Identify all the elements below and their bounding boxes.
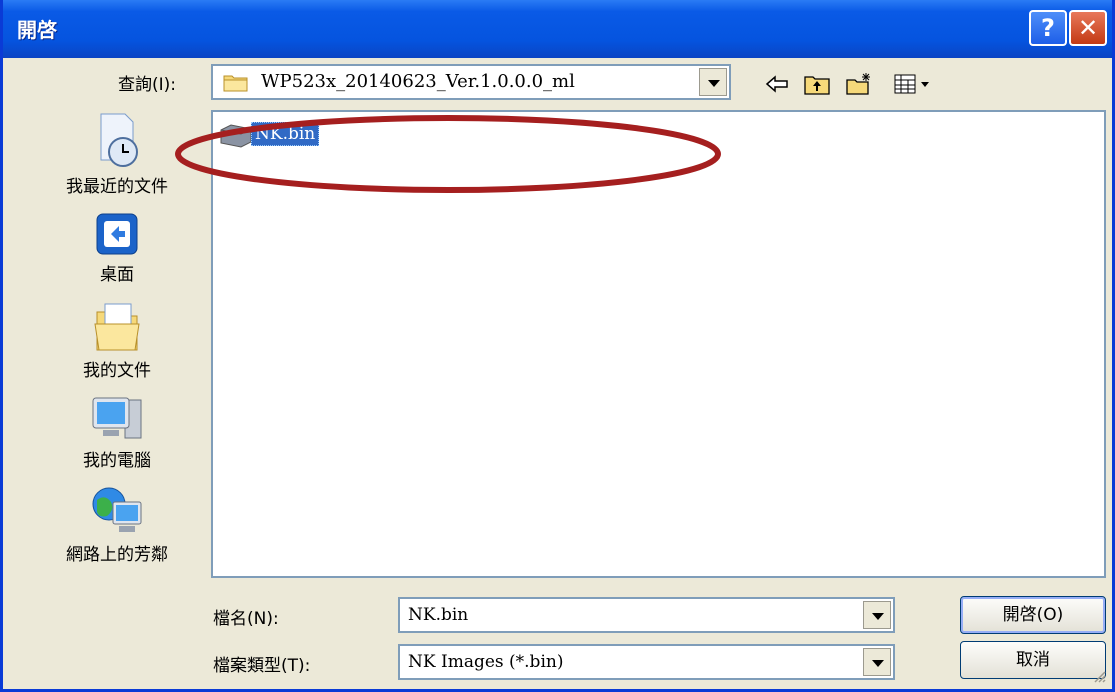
open-button[interactable]: 開啓(O) <box>960 596 1106 634</box>
help-button[interactable]: ? <box>1029 10 1067 46</box>
look-in-value: WP523x_20140623_Ver.1.0.0.0_ml <box>261 71 575 92</box>
filename-label: 檔名(N): <box>213 609 279 629</box>
place-network[interactable]: 網路上的芳鄰 <box>37 484 197 565</box>
recent-documents-icon <box>100 113 138 167</box>
filetype-label: 檔案類型(T): <box>213 656 311 676</box>
title-bar[interactable]: 開啓 ? ✕ <box>3 0 1112 58</box>
new-folder-icon[interactable] <box>845 72 873 96</box>
my-computer-icon <box>92 397 142 439</box>
place-my-computer[interactable]: 我的電腦 <box>37 394 197 471</box>
place-label-network: 網路上的芳鄰 <box>66 545 168 565</box>
resize-grip-icon[interactable] <box>1092 669 1106 683</box>
close-button[interactable]: ✕ <box>1069 10 1107 46</box>
back-arrow-icon[interactable] <box>763 72 791 96</box>
filename-value: NK.bin <box>408 605 469 625</box>
view-menu-icon[interactable] <box>893 72 933 96</box>
network-places-icon <box>92 487 142 532</box>
filename-dropdown-button[interactable] <box>863 601 891 629</box>
filename-input[interactable]: NK.bin <box>398 597 895 633</box>
annotation-ellipse <box>175 115 721 193</box>
filetype-dropdown-button[interactable] <box>863 648 891 676</box>
place-my-documents[interactable]: 我的文件 <box>37 300 197 381</box>
look-in-dropdown-button[interactable] <box>699 68 727 96</box>
filetype-select[interactable]: NK Images (*.bin) <box>398 644 895 680</box>
look-in-label: 查詢(I): <box>118 75 177 95</box>
filetype-value: NK Images (*.bin) <box>408 652 564 672</box>
my-documents-icon <box>94 303 140 351</box>
place-desktop[interactable]: 桌面 <box>37 210 197 285</box>
dialog-title: 開啓 <box>17 18 57 42</box>
place-label-my-computer: 我的電腦 <box>83 451 151 471</box>
place-label-desktop: 桌面 <box>100 265 134 285</box>
place-label-my-documents: 我的文件 <box>83 361 151 381</box>
up-folder-icon[interactable] <box>803 72 831 96</box>
open-file-dialog: 開啓 ? ✕ 查詢(I): WP523x_20140623_Ver.1.0.0.… <box>0 0 1115 692</box>
cancel-button[interactable]: 取消 <box>960 641 1106 679</box>
folder-icon <box>223 75 248 92</box>
desktop-icon <box>96 213 138 255</box>
look-in-dropdown[interactable]: WP523x_20140623_Ver.1.0.0.0_ml <box>211 64 731 100</box>
